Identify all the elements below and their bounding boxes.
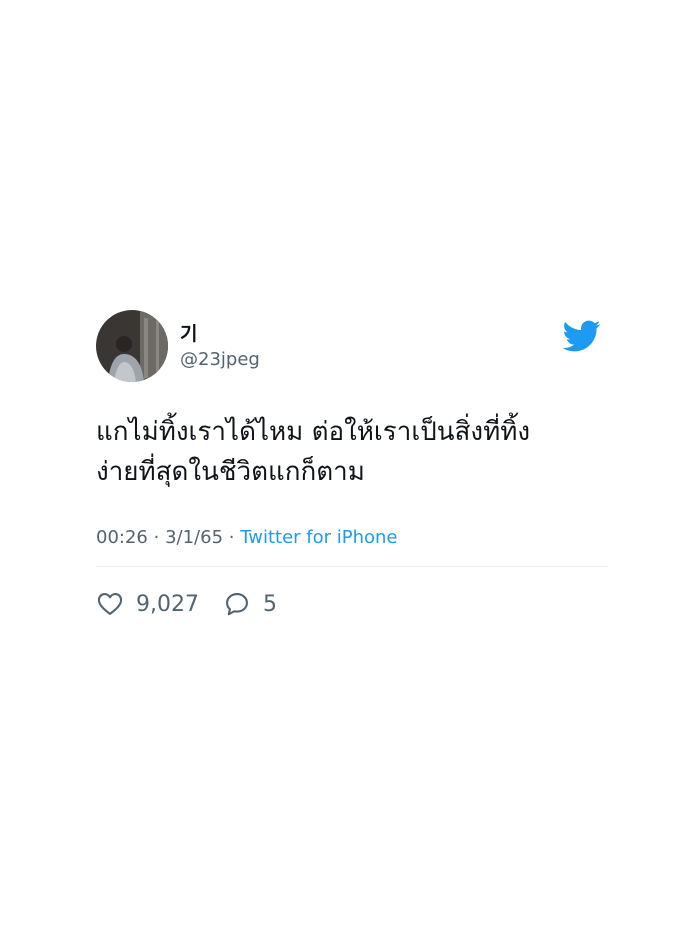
meta-separator: · bbox=[228, 527, 235, 548]
handle[interactable]: @23jpeg bbox=[180, 348, 260, 372]
avatar-image bbox=[96, 310, 168, 382]
reply-button[interactable]: 5 bbox=[223, 590, 277, 618]
page: 기 @23jpeg แกไม่ทิ้งเราได้ไหม ต่อให้เราเป… bbox=[0, 0, 700, 933]
tweet-meta: 00:26 · 3/1/65 · Twitter for iPhone bbox=[96, 526, 608, 550]
twitter-bird-icon bbox=[562, 320, 601, 352]
like-button[interactable]: 9,027 bbox=[96, 590, 199, 618]
tweet-text: แกไม่ทิ้งเราได้ไหม ต่อให้เราเป็นสิ่งที่ท… bbox=[96, 412, 596, 492]
tweet-source[interactable]: Twitter for iPhone bbox=[240, 527, 397, 548]
heart-icon bbox=[97, 593, 123, 615]
tweet-text-line: แกไม่ทิ้งเราได้ไหม ต่อให้เราเป็นสิ่งที่ท… bbox=[96, 417, 531, 447]
tweet-card[interactable]: 기 @23jpeg แกไม่ทิ้งเราได้ไหม ต่อให้เราเป… bbox=[96, 310, 608, 621]
tweet-date[interactable]: 3/1/65 bbox=[165, 527, 223, 548]
display-name[interactable]: 기 bbox=[180, 322, 260, 346]
tweet-text-line: ง่ายที่สุดในชีวิตแกก็ตาม bbox=[96, 457, 365, 487]
meta-separator: · bbox=[153, 527, 160, 548]
author-names[interactable]: 기 @23jpeg bbox=[180, 322, 260, 372]
tweet-header: 기 @23jpeg bbox=[96, 310, 608, 386]
comment-icon bbox=[226, 593, 248, 616]
avatar[interactable] bbox=[96, 310, 168, 382]
tweet-time[interactable]: 00:26 bbox=[96, 527, 148, 548]
divider bbox=[96, 566, 608, 567]
reply-count: 5 bbox=[262, 591, 277, 617]
tweet-actions: 9,027 5 bbox=[96, 587, 608, 621]
like-count: 9,027 bbox=[136, 591, 199, 617]
